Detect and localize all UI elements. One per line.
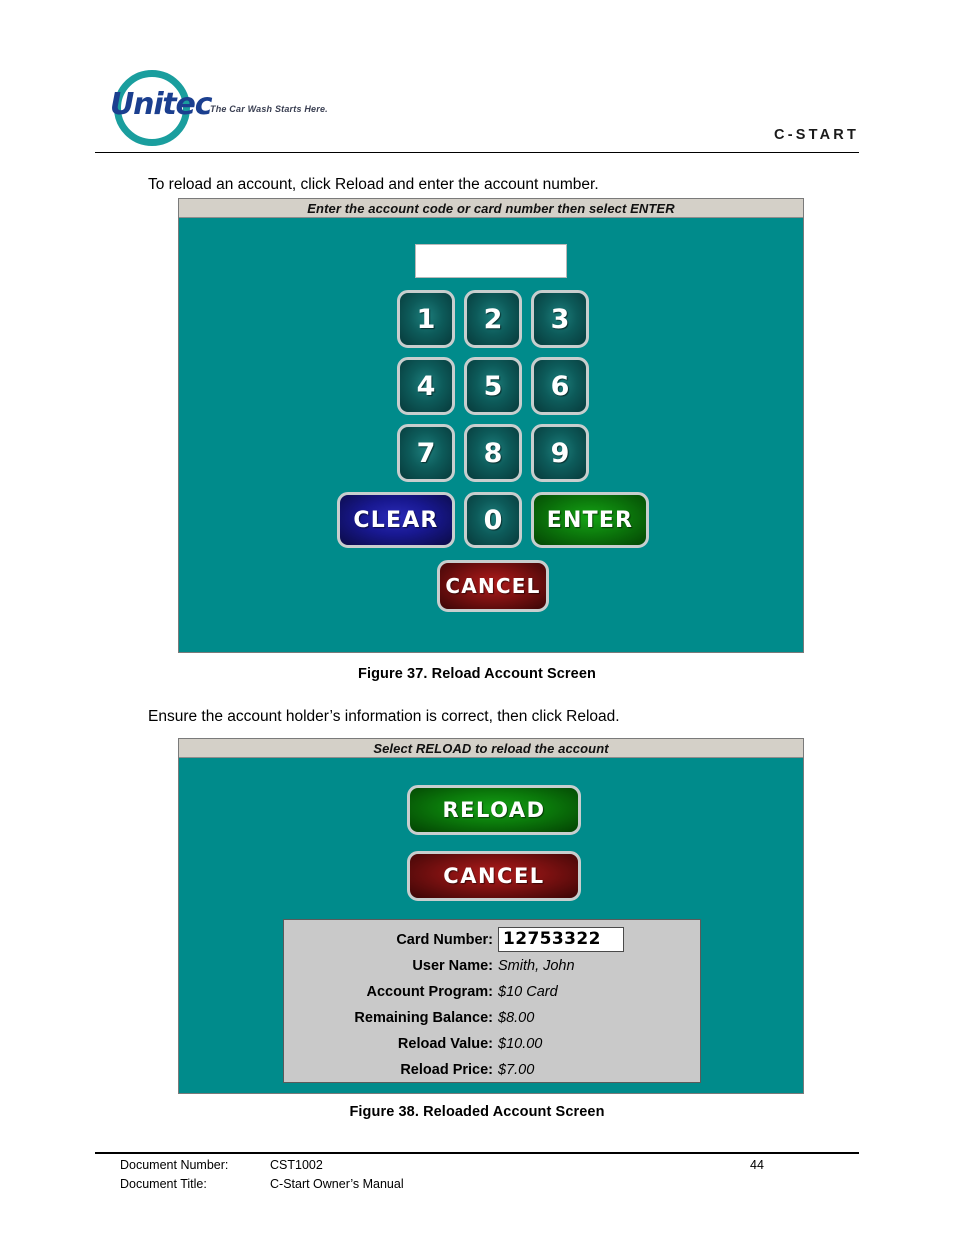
footer-doc-number-label: Document Number: [120, 1158, 229, 1172]
screen2-body: RELOAD CANCEL Card Number: 12753322 User… [179, 758, 803, 1092]
info-label: Card Number: [396, 931, 493, 948]
footer-doc-title-label: Document Title: [120, 1177, 207, 1191]
intro-paragraph: To reload an account, click Reload and e… [148, 176, 599, 193]
keypad-button-0[interactable]: 0 [464, 492, 522, 548]
keypad-button-4[interactable]: 4 [397, 357, 455, 415]
unitec-logo: Unitec The Car Wash Starts Here. [110, 68, 410, 148]
reload-value-value: $10.00 [498, 1035, 543, 1052]
logo-wordmark: Unitec [110, 87, 212, 122]
account-info-panel: Card Number: 12753322 User Name: Smith, … [283, 919, 701, 1083]
screen1-body: 1 2 3 4 5 6 7 8 9 CLEAR 0 ENTER CANCEL [179, 218, 803, 651]
page-number: 44 [750, 1158, 764, 1172]
footer-doc-number-value: CST1002 [270, 1158, 323, 1172]
screen2-titlebar: Select RELOAD to reload the account [179, 739, 803, 758]
keypad-button-6[interactable]: 6 [531, 357, 589, 415]
keypad-button-7[interactable]: 7 [397, 424, 455, 482]
keypad-button-3[interactable]: 3 [531, 290, 589, 348]
info-label: Remaining Balance: [354, 1009, 493, 1026]
info-row-remaining-balance: Remaining Balance: $8.00 [284, 1005, 700, 1030]
confirm-paragraph: Ensure the account holder’s information … [148, 708, 620, 725]
remaining-balance-value: $8.00 [498, 1009, 535, 1026]
keypad-clear-button[interactable]: CLEAR [337, 492, 455, 548]
info-row-user-name: User Name: Smith, John [284, 953, 700, 978]
card-number-field[interactable]: 12753322 [498, 927, 624, 952]
keypad-button-9[interactable]: 9 [531, 424, 589, 482]
keypad-button-1[interactable]: 1 [397, 290, 455, 348]
screen1-titlebar: Enter the account code or card number th… [179, 199, 803, 218]
info-label: User Name: [412, 957, 493, 974]
figure-37-caption: Figure 37. Reload Account Screen [358, 666, 596, 682]
footer-row-document-number: Document Number: CST1002 44 [95, 1158, 859, 1177]
info-row-card-number: Card Number: 12753322 [284, 927, 700, 952]
reload-price-value: $7.00 [498, 1061, 535, 1078]
info-row-reload-value: Reload Value: $10.00 [284, 1031, 700, 1056]
account-code-input[interactable] [415, 244, 567, 278]
footer-divider [95, 1152, 859, 1154]
figure-38-caption: Figure 38. Reloaded Account Screen [349, 1104, 605, 1120]
keypad-button-8[interactable]: 8 [464, 424, 522, 482]
info-row-account-program: Account Program: $10 Card [284, 979, 700, 1004]
page-header: Unitec The Car Wash Starts Here. C-START [0, 0, 954, 158]
info-label: Account Program: [366, 983, 494, 1000]
keypad-enter-button[interactable]: ENTER [531, 492, 649, 548]
page-footer: Document Number: CST1002 44 Document Tit… [95, 1158, 859, 1196]
reload-account-screen: Enter the account code or card number th… [178, 198, 804, 653]
cancel-button[interactable]: CANCEL [407, 851, 581, 901]
info-row-reload-price: Reload Price: $7.00 [284, 1057, 700, 1082]
reloaded-account-screen: Select RELOAD to reload the account RELO… [178, 738, 804, 1094]
reload-button[interactable]: RELOAD [407, 785, 581, 835]
info-label: Reload Price: [400, 1061, 493, 1078]
user-name-value: Smith, John [498, 957, 575, 974]
header-divider [95, 152, 859, 153]
footer-row-document-title: Document Title: C-Start Owner’s Manual [95, 1177, 859, 1196]
account-program-value: $10 Card [498, 983, 558, 1000]
logo-tagline: The Car Wash Starts Here. [210, 104, 328, 114]
header-product-name: C-START [774, 127, 859, 143]
info-label: Reload Value: [397, 1035, 493, 1052]
keypad-cancel-button[interactable]: CANCEL [437, 560, 549, 612]
keypad-button-5[interactable]: 5 [464, 357, 522, 415]
keypad-button-2[interactable]: 2 [464, 290, 522, 348]
footer-doc-title-value: C-Start Owner’s Manual [270, 1177, 404, 1191]
